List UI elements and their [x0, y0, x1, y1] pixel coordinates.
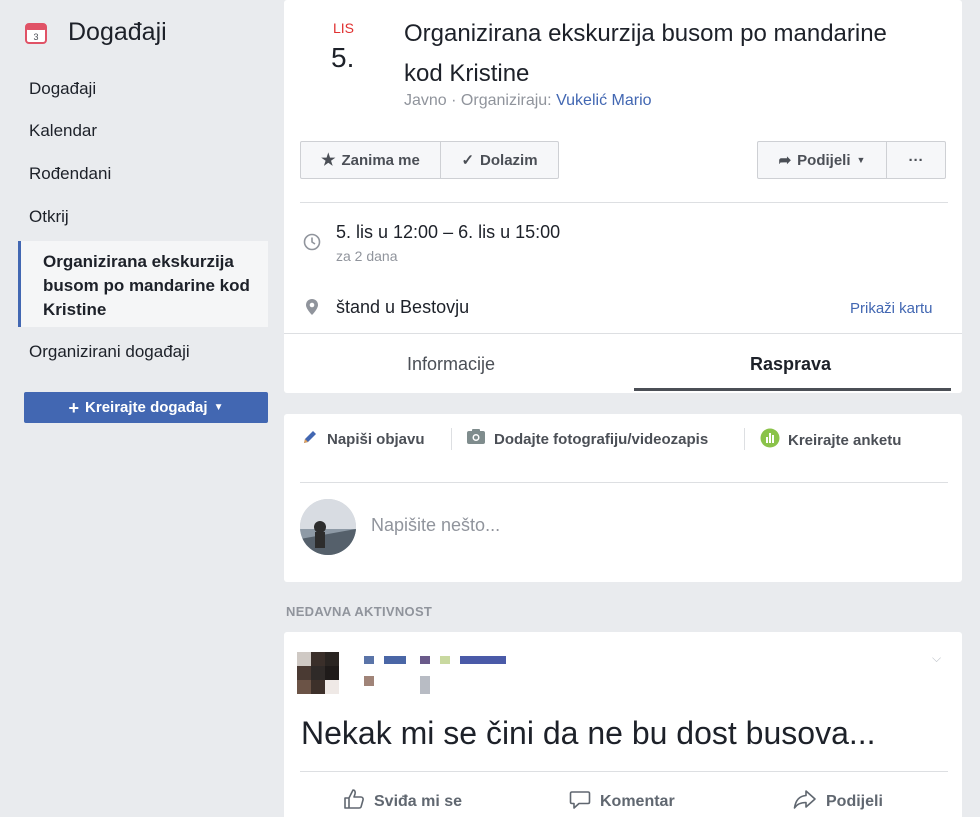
sidebar-title[interactable]: Događaji	[68, 18, 167, 47]
sidebar-item-current-event[interactable]: Organizirana ekskurzija busom po mandari…	[18, 241, 268, 327]
post-author-name-redacted	[362, 654, 512, 696]
avatar	[300, 499, 356, 555]
caret-down-icon: ▼	[856, 155, 866, 165]
sidebar-item-discover[interactable]: Otkrij	[29, 207, 69, 227]
comment-button[interactable]: Komentar	[568, 787, 675, 816]
share-arrow-icon: ➦	[778, 152, 792, 169]
post-author-avatar[interactable]	[297, 652, 353, 702]
event-time: 5. lis u 12:00 – 6. lis u 15:00	[336, 222, 561, 242]
event-title: Organizirana ekskurzija busom po mandari…	[404, 20, 887, 87]
divider	[451, 428, 452, 450]
divider	[300, 482, 948, 483]
going-label: Dolazim	[480, 151, 538, 169]
create-event-button[interactable]: + Kreirajte događaj ▼	[24, 392, 268, 423]
comment-icon	[568, 787, 592, 816]
divider	[300, 771, 948, 772]
event-month: LIS	[333, 20, 355, 36]
comment-label: Komentar	[600, 792, 675, 810]
post-share-button[interactable]: Podijeli	[792, 787, 883, 816]
thumbs-up-icon	[342, 787, 366, 816]
checkmark-icon: ✓	[461, 152, 475, 169]
sidebar-item-hosted-events[interactable]: Organizirani događaji	[29, 342, 190, 362]
sidebar-item-calendar[interactable]: Kalendar	[29, 121, 97, 141]
plus-icon: +	[68, 397, 80, 418]
divider	[284, 333, 962, 334]
recent-activity-heading: NEDAVNA AKTIVNOST	[286, 604, 433, 619]
event-visibility: Javno · Organiziraju:	[404, 92, 552, 109]
clock-icon	[303, 233, 321, 256]
like-button[interactable]: Sviđa mi se	[342, 787, 462, 816]
event-organizer-link[interactable]: Vukelić Mario	[556, 92, 651, 109]
post-share-label: Podijeli	[826, 792, 883, 810]
caret-down-icon: ▼	[213, 402, 224, 413]
event-location[interactable]: štand u Bestovju	[336, 297, 469, 318]
camera-icon	[466, 428, 486, 450]
divider	[744, 428, 745, 450]
interested-label: Zanima me	[341, 151, 420, 169]
tab-active-indicator	[634, 388, 951, 391]
sidebar-item-birthdays[interactable]: Rođendani	[29, 164, 111, 184]
show-map-link[interactable]: Prikaži kartu	[850, 300, 933, 317]
like-label: Sviđa mi se	[374, 792, 463, 810]
write-post-label: Napiši objavu	[327, 430, 425, 448]
location-pin-icon	[305, 298, 319, 321]
divider	[300, 202, 948, 203]
more-options-button[interactable]: ···	[886, 141, 946, 179]
add-photo-button[interactable]: Dodajte fotografiju/videozapis	[466, 428, 708, 450]
sidebar-item-events[interactable]: Događaji	[29, 79, 96, 99]
share-label: Podijeli	[797, 151, 851, 169]
pencil-icon	[301, 428, 319, 450]
calendar-icon: 3	[24, 21, 48, 45]
star-icon: ★	[321, 152, 336, 169]
create-poll-label: Kreirajte anketu	[788, 431, 902, 449]
create-poll-button[interactable]: Kreirajte anketu	[760, 428, 901, 452]
tab-discussion[interactable]: Rasprava	[750, 354, 831, 375]
share-arrow-icon	[792, 787, 818, 816]
event-time-relative: za 2 dana	[336, 248, 398, 264]
write-post-button[interactable]: Napiši objavu	[301, 428, 425, 450]
post-input[interactable]: Napišite nešto...	[371, 515, 500, 536]
add-photo-label: Dodajte fotografiju/videozapis	[494, 430, 709, 448]
share-button[interactable]: ➦ Podijeli ▼	[757, 141, 887, 179]
chevron-down-icon[interactable]: ⌵	[932, 651, 941, 666]
post-text: Nekak mi se čini da ne bu dost busova...	[301, 715, 876, 751]
poll-icon	[760, 428, 780, 452]
create-event-label: Kreirajte događaj	[85, 399, 208, 416]
tab-info[interactable]: Informacije	[407, 354, 495, 375]
event-meta: Javno · Organiziraju: Vukelić Mario	[404, 92, 652, 110]
event-day: 5.	[331, 42, 355, 73]
going-button[interactable]: ✓ Dolazim	[440, 141, 559, 179]
svg-text:3: 3	[33, 32, 38, 42]
interested-button[interactable]: ★ Zanima me	[300, 141, 441, 179]
